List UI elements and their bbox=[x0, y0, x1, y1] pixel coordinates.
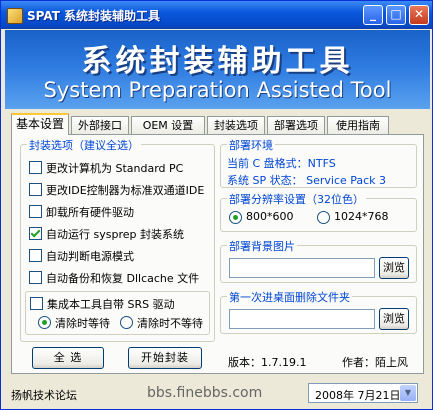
desktop-folder-input[interactable] bbox=[229, 309, 375, 329]
package-options-group: 封装选项（建议全选） 更改计算机为 Standard PC 更改IDE控制器为标… bbox=[20, 137, 215, 342]
tab-oem-settings[interactable]: OEM 设置 bbox=[131, 116, 205, 134]
select-all-button[interactable]: 全 选 bbox=[32, 347, 104, 369]
radio-wait-circle[interactable] bbox=[38, 316, 51, 329]
tab-package-options[interactable]: 封装选项 bbox=[207, 116, 265, 134]
tab-user-guide[interactable]: 使用指南 bbox=[327, 116, 389, 134]
chevron-down-icon[interactable]: ▼ bbox=[400, 385, 416, 401]
version-text: 版本：1.7.19.1 bbox=[228, 356, 307, 369]
background-image-group: 部署背景图片 浏览 bbox=[220, 238, 417, 283]
date-value: 2008年 7月21日 bbox=[315, 389, 401, 402]
option-srs-driver-label: 集成本工具自带 SRS 驱动 bbox=[47, 298, 175, 311]
banner-title: 系统封装辅助工具 bbox=[81, 44, 354, 79]
desktop-folder-group: 第一次进桌面删除文件夹 浏览 bbox=[220, 289, 417, 334]
deploy-env-group: 部署环境 当前 C 盘格式：NTFS 系统 SP 状态： Service Pac… bbox=[220, 137, 417, 188]
tab-external-interface[interactable]: 外部接口 bbox=[71, 116, 129, 134]
window-title: SPAT 系统封装辅助工具 bbox=[27, 9, 161, 23]
option-dllcache-label: 自动备份和恢复 Dllcache 文件 bbox=[46, 272, 200, 285]
checkbox-auto-sysprep[interactable] bbox=[29, 227, 42, 240]
checkbox-srs-driver[interactable] bbox=[30, 297, 43, 310]
radio-1024x768-label: 1024*768 bbox=[334, 210, 389, 223]
status-bar: 扬帆技术论坛 bbs.finebbs.com 2008年 7月21日 ▼ bbox=[5, 383, 430, 405]
package-options-title: 封装选项（建议全选） bbox=[27, 137, 141, 153]
browse-background-button[interactable]: 浏览 bbox=[379, 257, 409, 279]
desktop-folder-title: 第一次进桌面删除文件夹 bbox=[227, 289, 352, 305]
disk-format-text: 当前 C 盘格式：NTFS bbox=[227, 157, 336, 170]
header-banner: 系统封装辅助工具 System Preparation Assisted Too… bbox=[5, 30, 430, 109]
option-auto-sysprep-label: 自动运行 sysprep 封装系统 bbox=[46, 228, 184, 241]
radio-wait-label: 清除时等待 bbox=[55, 317, 110, 330]
browse-folder-button[interactable]: 浏览 bbox=[379, 308, 409, 330]
start-package-button[interactable]: 开始封装 bbox=[128, 347, 202, 369]
tab-panel: 封装选项（建议全选） 更改计算机为 Standard PC 更改IDE控制器为标… bbox=[11, 134, 424, 374]
minimize-button[interactable]: _ bbox=[363, 5, 383, 25]
option-ide-controller-label: 更改IDE控制器为标准双通道IDE bbox=[46, 184, 205, 197]
radio-800x600-circle[interactable] bbox=[229, 211, 242, 224]
checkbox-uninstall-drivers[interactable] bbox=[29, 205, 42, 218]
radio-800x600-label: 800*600 bbox=[246, 210, 294, 223]
option-power-mode-label: 自动判断电源模式 bbox=[46, 250, 134, 263]
resolution-title: 部署分辨率设置（32位色） bbox=[227, 191, 366, 207]
tab-basic-settings[interactable]: 基本设置 bbox=[11, 113, 69, 135]
checkbox-power-mode[interactable] bbox=[29, 249, 42, 262]
deploy-env-title: 部署环境 bbox=[227, 137, 275, 153]
resolution-group: 部署分辨率设置（32位色） 800*600 1024*768 bbox=[220, 191, 417, 232]
forum-name: 扬帆技术论坛 bbox=[11, 389, 77, 402]
app-window: SPAT 系统封装辅助工具 _ □ ✕ 系统封装辅助工具 System Prep… bbox=[0, 0, 433, 410]
tab-deploy-options[interactable]: 部署选项 bbox=[267, 116, 325, 134]
radio-no-wait-circle[interactable] bbox=[120, 316, 133, 329]
srs-driver-group: 集成本工具自带 SRS 驱动 清除时等待 清除时不等待 bbox=[25, 291, 210, 335]
option-uninstall-drivers-label: 卸载所有硬件驱动 bbox=[46, 206, 134, 219]
forum-url-link[interactable]: bbs.finebbs.com bbox=[147, 385, 262, 401]
option-standard-pc-label: 更改计算机为 Standard PC bbox=[46, 162, 184, 175]
checkbox-dllcache[interactable] bbox=[29, 271, 42, 284]
sp-status-text: 系统 SP 状态： Service Pack 3 bbox=[227, 174, 387, 187]
maximize-button[interactable]: □ bbox=[386, 5, 406, 25]
close-button[interactable]: ✕ bbox=[409, 5, 429, 25]
author-text: 作者：陌上风 bbox=[342, 356, 408, 369]
title-bar[interactable]: SPAT 系统封装辅助工具 _ □ ✕ bbox=[1, 1, 432, 29]
background-image-title: 部署背景图片 bbox=[227, 238, 297, 254]
banner-subtitle: System Preparation Assisted Tool bbox=[43, 78, 392, 102]
radio-1024x768-circle[interactable] bbox=[317, 211, 330, 224]
radio-no-wait-label: 清除时不等待 bbox=[137, 317, 203, 330]
background-image-input[interactable] bbox=[229, 258, 375, 278]
app-icon bbox=[7, 8, 23, 24]
checkbox-ide-controller[interactable] bbox=[29, 183, 42, 196]
date-picker[interactable]: 2008年 7月21日 ▼ bbox=[308, 383, 418, 403]
checkbox-standard-pc[interactable] bbox=[29, 161, 42, 174]
